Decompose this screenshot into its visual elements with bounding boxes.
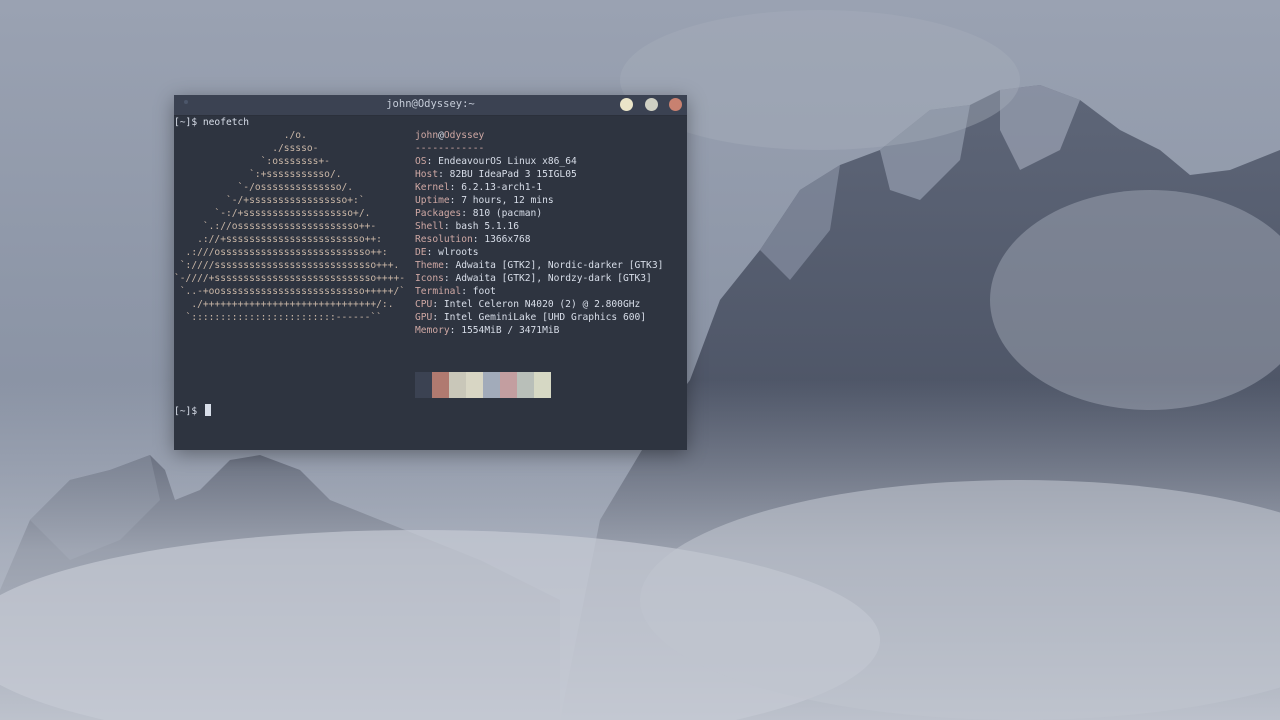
info-value: 7 hours, 12 mins: [461, 195, 554, 206]
info-key: Uptime: [415, 195, 450, 206]
info-key: Icons: [415, 273, 444, 284]
info-row: Uptime: 7 hours, 12 mins: [415, 194, 554, 207]
prompt: [~]$: [174, 406, 203, 417]
info-value: Intel Celeron N4020 (2) @ 2.800GHz: [443, 299, 641, 310]
info-key: Packages: [415, 208, 462, 219]
minimize-button[interactable]: [620, 98, 633, 111]
info-row: Shell: bash 5.1.16: [415, 220, 519, 233]
info-row: Icons: Adwaita [GTK2], Nordzy-dark [GTK3…: [415, 272, 652, 285]
color-swatch: [449, 372, 466, 398]
info-key: CPU: [415, 299, 433, 310]
logo-line: `-/ossssssssssssso/.: [174, 182, 354, 193]
info-row: GPU: Intel GeminiLake [UHD Graphics 600]: [415, 311, 646, 324]
info-key: Memory: [415, 325, 450, 336]
info-colon: :: [443, 273, 456, 284]
info-key: Shell: [415, 221, 444, 232]
info-value: 1366x768: [484, 234, 531, 245]
hostname: Odyssey: [443, 130, 485, 141]
info-value: Intel GeminiLake [UHD Graphics 600]: [443, 312, 647, 323]
info-value: 82BU IdeaPad 3 15IGL05: [449, 169, 577, 180]
username: john: [415, 130, 439, 141]
info-colon: :: [426, 156, 439, 167]
close-button[interactable]: [669, 98, 682, 111]
info-key: OS: [415, 156, 427, 167]
info-key: Terminal: [415, 286, 462, 297]
info-key: DE: [415, 247, 427, 258]
logo-line: `-/+sssssssssssssssso+:`: [174, 195, 365, 206]
logo-line: `:::::::::::::::::::::::::------``: [174, 312, 382, 323]
color-palette: [415, 372, 551, 398]
info-value: foot: [472, 286, 496, 297]
info-colon: :: [426, 247, 439, 258]
color-swatch: [483, 372, 500, 398]
logo-line: `-////+ssssssssssssssssssssssssssso++++-: [174, 273, 406, 284]
info-key: Resolution: [415, 234, 473, 245]
info-key: Theme: [415, 260, 444, 271]
color-swatch: [432, 372, 449, 398]
logo-line: `:////ssssssssssssssssssssssssssso+++.: [174, 260, 400, 271]
text-cursor: [204, 404, 211, 416]
color-swatch: [415, 372, 432, 398]
info-colon: :: [438, 169, 450, 180]
logo-line: `:osssssss+-: [174, 156, 330, 167]
logo-line: `:+sssssssssso/.: [174, 169, 342, 180]
separator-line: ------------: [415, 143, 485, 154]
terminal-window[interactable]: john@Odyssey:~ [~]$ neofetch ./o. ./ssss…: [174, 95, 687, 450]
logo-line: `..-+oosssssssssssssssssssssssso+++++/`: [174, 286, 406, 297]
color-swatch: [466, 372, 483, 398]
info-colon: :: [449, 195, 462, 206]
info-row: Packages: 810 (pacman): [415, 207, 542, 220]
info-value: 810 (pacman): [472, 208, 543, 219]
info-value: EndeavourOS Linux x86_64: [438, 156, 577, 167]
info-colon: :: [461, 286, 473, 297]
prompt-line[interactable]: [~]$: [174, 404, 211, 418]
logo-line: ./sssso-: [174, 143, 319, 154]
info-colon: :: [461, 208, 473, 219]
info-colon: :: [432, 299, 444, 310]
user-host-line: john@Odyssey: [415, 129, 484, 142]
info-colon: :: [449, 182, 462, 193]
terminal-output[interactable]: [~]$ neofetch ./o. ./sssso- `:osssssss+-…: [174, 115, 687, 450]
logo-line: `-:/+sssssssssssssssssso+/.: [174, 208, 371, 219]
info-row: CPU: Intel Celeron N4020 (2) @ 2.800GHz: [415, 298, 640, 311]
info-colon: :: [443, 221, 456, 232]
info-key: Host: [415, 169, 439, 180]
info-key: Kernel: [415, 182, 450, 193]
maximize-button[interactable]: [645, 98, 658, 111]
info-colon: :: [449, 325, 462, 336]
window-titlebar[interactable]: john@Odyssey:~: [174, 95, 687, 116]
color-swatch: [500, 372, 517, 398]
info-row: OS: EndeavourOS Linux x86_64: [415, 155, 577, 168]
info-key: GPU: [415, 312, 433, 323]
color-swatch: [517, 372, 534, 398]
logo-line: ./o.: [174, 130, 307, 141]
info-value: 1554MiB / 3471MiB: [461, 325, 560, 336]
info-row: Memory: 1554MiB / 3471MiB: [415, 324, 559, 337]
command-line: [~]$ neofetch: [174, 117, 250, 128]
info-colon: :: [472, 234, 485, 245]
info-row: Theme: Adwaita [GTK2], Nordic-darker [GT…: [415, 259, 663, 272]
info-value: bash 5.1.16: [455, 221, 519, 232]
info-value: 6.2.13-arch1-1: [461, 182, 543, 193]
info-colon: :: [443, 260, 456, 271]
info-value: wlroots: [438, 247, 479, 258]
logo-line: .:///ossssssssssssssssssssssssso++:: [174, 247, 388, 258]
color-swatch: [534, 372, 551, 398]
info-row: Kernel: 6.2.13-arch1-1: [415, 181, 542, 194]
logo-line: ./++++++++++++++++++++++++++++++/:.: [174, 299, 394, 310]
info-row: Terminal: foot: [415, 285, 496, 298]
info-row: Host: 82BU IdeaPad 3 15IGL05: [415, 168, 577, 181]
window-title: john@Odyssey:~: [386, 98, 475, 110]
info-value: Adwaita [GTK2], Nordic-darker [GTK3]: [455, 260, 664, 271]
info-colon: :: [432, 312, 444, 323]
info-row: Resolution: 1366x768: [415, 233, 531, 246]
logo-line: .://+ssssssssssssssssssssssso++:: [174, 234, 382, 245]
info-row: DE: wlroots: [415, 246, 479, 259]
info-value: Adwaita [GTK2], Nordzy-dark [GTK3]: [455, 273, 652, 284]
logo-line: `.://osssssssssssssssssssso++-: [174, 221, 377, 232]
